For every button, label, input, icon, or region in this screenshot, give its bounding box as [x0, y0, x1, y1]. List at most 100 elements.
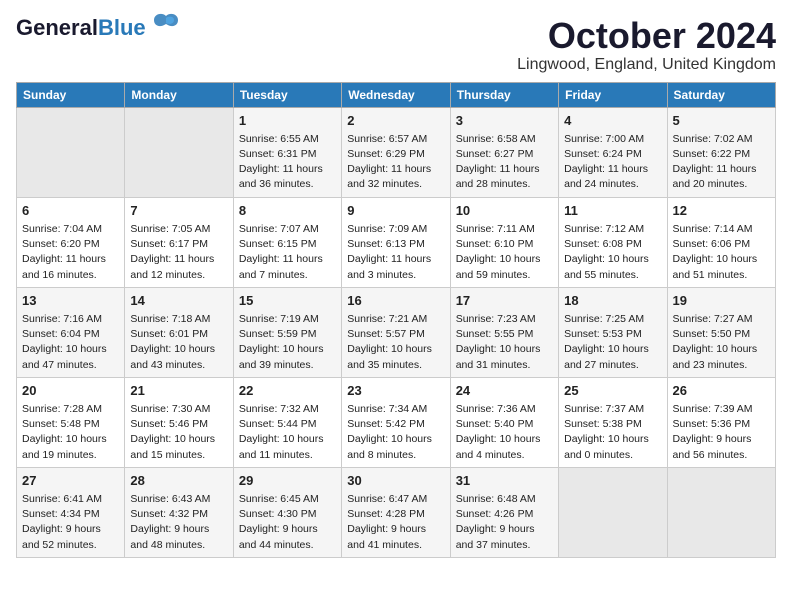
calendar-cell: 1Sunrise: 6:55 AMSunset: 6:31 PMDaylight… — [233, 107, 341, 197]
calendar-cell: 25Sunrise: 7:37 AMSunset: 5:38 PMDayligh… — [559, 377, 667, 467]
calendar-cell: 18 Sunrise: 7:25 AMSunset: 5:53 PMDayligh… — [559, 287, 667, 377]
calendar-cell: 14Sunrise: 7:18 AMSunset: 6:01 PMDayligh… — [125, 287, 233, 377]
day-number: 22 — [239, 382, 336, 400]
calendar-cell: 30Sunrise: 6:47 AMSunset: 4:28 PMDayligh… — [342, 467, 450, 557]
day-number: 1 — [239, 112, 336, 130]
calendar-cell: 5Sunrise: 7:02 AMSunset: 6:22 PMDaylight… — [667, 107, 775, 197]
daylight-label: Daylight: 9 hours — [22, 523, 101, 535]
week-row-2: 6 Sunrise: 7:04 AMSunset: 6:20 PMDaylight… — [17, 197, 776, 287]
calendar-cell: 28Sunrise: 6:43 AMSunset: 4:32 PMDayligh… — [125, 467, 233, 557]
day-number: 11 — [564, 202, 661, 220]
day-number: 18 — [564, 292, 661, 310]
calendar-cell: 16Sunrise: 7:21 AMSunset: 5:57 PMDayligh… — [342, 287, 450, 377]
daylight-label: Daylight: 10 hours — [456, 433, 541, 445]
daylight-label: Daylight: 10 hours — [130, 433, 215, 445]
daylight-label: Daylight: 9 hours — [130, 523, 209, 535]
day-info: Sunrise: 7:39 AMSunset: 5:36 PMDaylight:… — [673, 402, 770, 463]
daylight-label: Daylight: 11 hours — [673, 163, 757, 175]
calendar-cell: 9 Sunrise: 7:09 AMSunset: 6:13 PMDaylight… — [342, 197, 450, 287]
daylight-label: Daylight: 9 hours — [239, 523, 318, 535]
daylight-label: Daylight: 10 hours — [456, 253, 541, 265]
daylight-label: Daylight: 11 hours — [239, 253, 323, 265]
col-monday: Monday — [125, 82, 233, 107]
week-row-4: 20 Sunrise: 7:28 AMSunset: 5:48 PMDayligh… — [17, 377, 776, 467]
col-sunday: Sunday — [17, 82, 125, 107]
day-info: Sunrise: 7:02 AMSunset: 6:22 PMDaylight:… — [673, 132, 770, 193]
day-info: Sunrise: 7:09 AMSunset: 6:13 PMDaylight:… — [347, 222, 444, 283]
col-wednesday: Wednesday — [342, 82, 450, 107]
day-number: 6 — [22, 202, 119, 220]
calendar-body: 1Sunrise: 6:55 AMSunset: 6:31 PMDaylight… — [17, 107, 776, 557]
day-info: Sunrise: 7:14 AMSunset: 6:06 PMDaylight:… — [673, 222, 770, 283]
calendar-cell — [559, 467, 667, 557]
day-info: Sunrise: 6:48 AMSunset: 4:26 PMDaylight:… — [456, 492, 553, 553]
day-number: 3 — [456, 112, 553, 130]
week-row-5: 27Sunrise: 6:41 AMSunset: 4:34 PMDayligh… — [17, 467, 776, 557]
daylight-label: Daylight: 11 hours — [347, 163, 431, 175]
day-number: 9 — [347, 202, 444, 220]
day-info: Sunrise: 7:11 AMSunset: 6:10 PMDaylight:… — [456, 222, 553, 283]
calendar-cell: 15Sunrise: 7:19 AMSunset: 5:59 PMDayligh… — [233, 287, 341, 377]
calendar-cell: 13Sunrise: 7:16 AMSunset: 6:04 PMDayligh… — [17, 287, 125, 377]
col-friday: Friday — [559, 82, 667, 107]
day-number: 10 — [456, 202, 553, 220]
title-block: October 2024 Lingwood, England, United K… — [517, 16, 776, 74]
page-container: GeneralBlue October 2024 Lingwood, Engla… — [0, 0, 792, 566]
day-number: 23 — [347, 382, 444, 400]
day-number: 26 — [673, 382, 770, 400]
daylight-label: Daylight: 11 hours — [564, 163, 648, 175]
day-info: Sunrise: 7:34 AMSunset: 5:42 PMDaylight:… — [347, 402, 444, 463]
day-info: Sunrise: 7:27 AMSunset: 5:50 PMDaylight:… — [673, 312, 770, 373]
day-info: Sunrise: 7:19 AMSunset: 5:59 PMDaylight:… — [239, 312, 336, 373]
daylight-label: Daylight: 10 hours — [564, 433, 649, 445]
day-info: Sunrise: 7:28 AMSunset: 5:48 PMDaylight:… — [22, 402, 119, 463]
day-number: 13 — [22, 292, 119, 310]
day-info: Sunrise: 6:45 AMSunset: 4:30 PMDaylight:… — [239, 492, 336, 553]
day-number: 27 — [22, 472, 119, 490]
day-info: Sunrise: 7:12 AMSunset: 6:08 PMDaylight:… — [564, 222, 661, 283]
daylight-label: Daylight: 9 hours — [673, 433, 752, 445]
day-info: Sunrise: 7:00 AMSunset: 6:24 PMDaylight:… — [564, 132, 661, 193]
col-saturday: Saturday — [667, 82, 775, 107]
calendar-cell: 2 Sunrise: 6:57 AMSunset: 6:29 PMDaylight… — [342, 107, 450, 197]
day-info: Sunrise: 7:37 AMSunset: 5:38 PMDaylight:… — [564, 402, 661, 463]
day-info: Sunrise: 7:04 AMSunset: 6:20 PMDaylight:… — [22, 222, 119, 283]
calendar-cell: 22 Sunrise: 7:32 AMSunset: 5:44 PMDayligh… — [233, 377, 341, 467]
daylight-label: Daylight: 10 hours — [22, 343, 107, 355]
col-tuesday: Tuesday — [233, 82, 341, 107]
col-thursday: Thursday — [450, 82, 558, 107]
calendar-cell: 20 Sunrise: 7:28 AMSunset: 5:48 PMDayligh… — [17, 377, 125, 467]
day-number: 30 — [347, 472, 444, 490]
day-info: Sunrise: 7:32 AMSunset: 5:44 PMDaylight:… — [239, 402, 336, 463]
calendar-cell — [17, 107, 125, 197]
calendar-cell: 4 Sunrise: 7:00 AMSunset: 6:24 PMDaylight… — [559, 107, 667, 197]
daylight-label: Daylight: 10 hours — [22, 433, 107, 445]
calendar-cell: 29Sunrise: 6:45 AMSunset: 4:30 PMDayligh… — [233, 467, 341, 557]
calendar-cell: 11 Sunrise: 7:12 AMSunset: 6:08 PMDayligh… — [559, 197, 667, 287]
day-number: 8 — [239, 202, 336, 220]
calendar-cell: 8Sunrise: 7:07 AMSunset: 6:15 PMDaylight… — [233, 197, 341, 287]
daylight-label: Daylight: 11 hours — [239, 163, 323, 175]
daylight-label: Daylight: 11 hours — [22, 253, 106, 265]
week-row-3: 13Sunrise: 7:16 AMSunset: 6:04 PMDayligh… — [17, 287, 776, 377]
daylight-label: Daylight: 10 hours — [564, 253, 649, 265]
day-info: Sunrise: 6:43 AMSunset: 4:32 PMDaylight:… — [130, 492, 227, 553]
calendar-cell: 7Sunrise: 7:05 AMSunset: 6:17 PMDaylight… — [125, 197, 233, 287]
calendar-cell — [125, 107, 233, 197]
calendar-cell — [667, 467, 775, 557]
header: GeneralBlue October 2024 Lingwood, Engla… — [16, 16, 776, 74]
daylight-label: Daylight: 10 hours — [347, 343, 432, 355]
day-info: Sunrise: 6:57 AMSunset: 6:29 PMDaylight:… — [347, 132, 444, 193]
day-info: Sunrise: 6:58 AMSunset: 6:27 PMDaylight:… — [456, 132, 553, 193]
day-number: 20 — [22, 382, 119, 400]
calendar-cell: 31Sunrise: 6:48 AMSunset: 4:26 PMDayligh… — [450, 467, 558, 557]
day-number: 4 — [564, 112, 661, 130]
day-info: Sunrise: 7:18 AMSunset: 6:01 PMDaylight:… — [130, 312, 227, 373]
day-number: 2 — [347, 112, 444, 130]
day-info: Sunrise: 7:25 AMSunset: 5:53 PMDaylight:… — [564, 312, 661, 373]
day-number: 7 — [130, 202, 227, 220]
calendar-cell: 19Sunrise: 7:27 AMSunset: 5:50 PMDayligh… — [667, 287, 775, 377]
calendar-cell: 12Sunrise: 7:14 AMSunset: 6:06 PMDayligh… — [667, 197, 775, 287]
day-info: Sunrise: 7:23 AMSunset: 5:55 PMDaylight:… — [456, 312, 553, 373]
calendar-cell: 3 Sunrise: 6:58 AMSunset: 6:27 PMDaylight… — [450, 107, 558, 197]
